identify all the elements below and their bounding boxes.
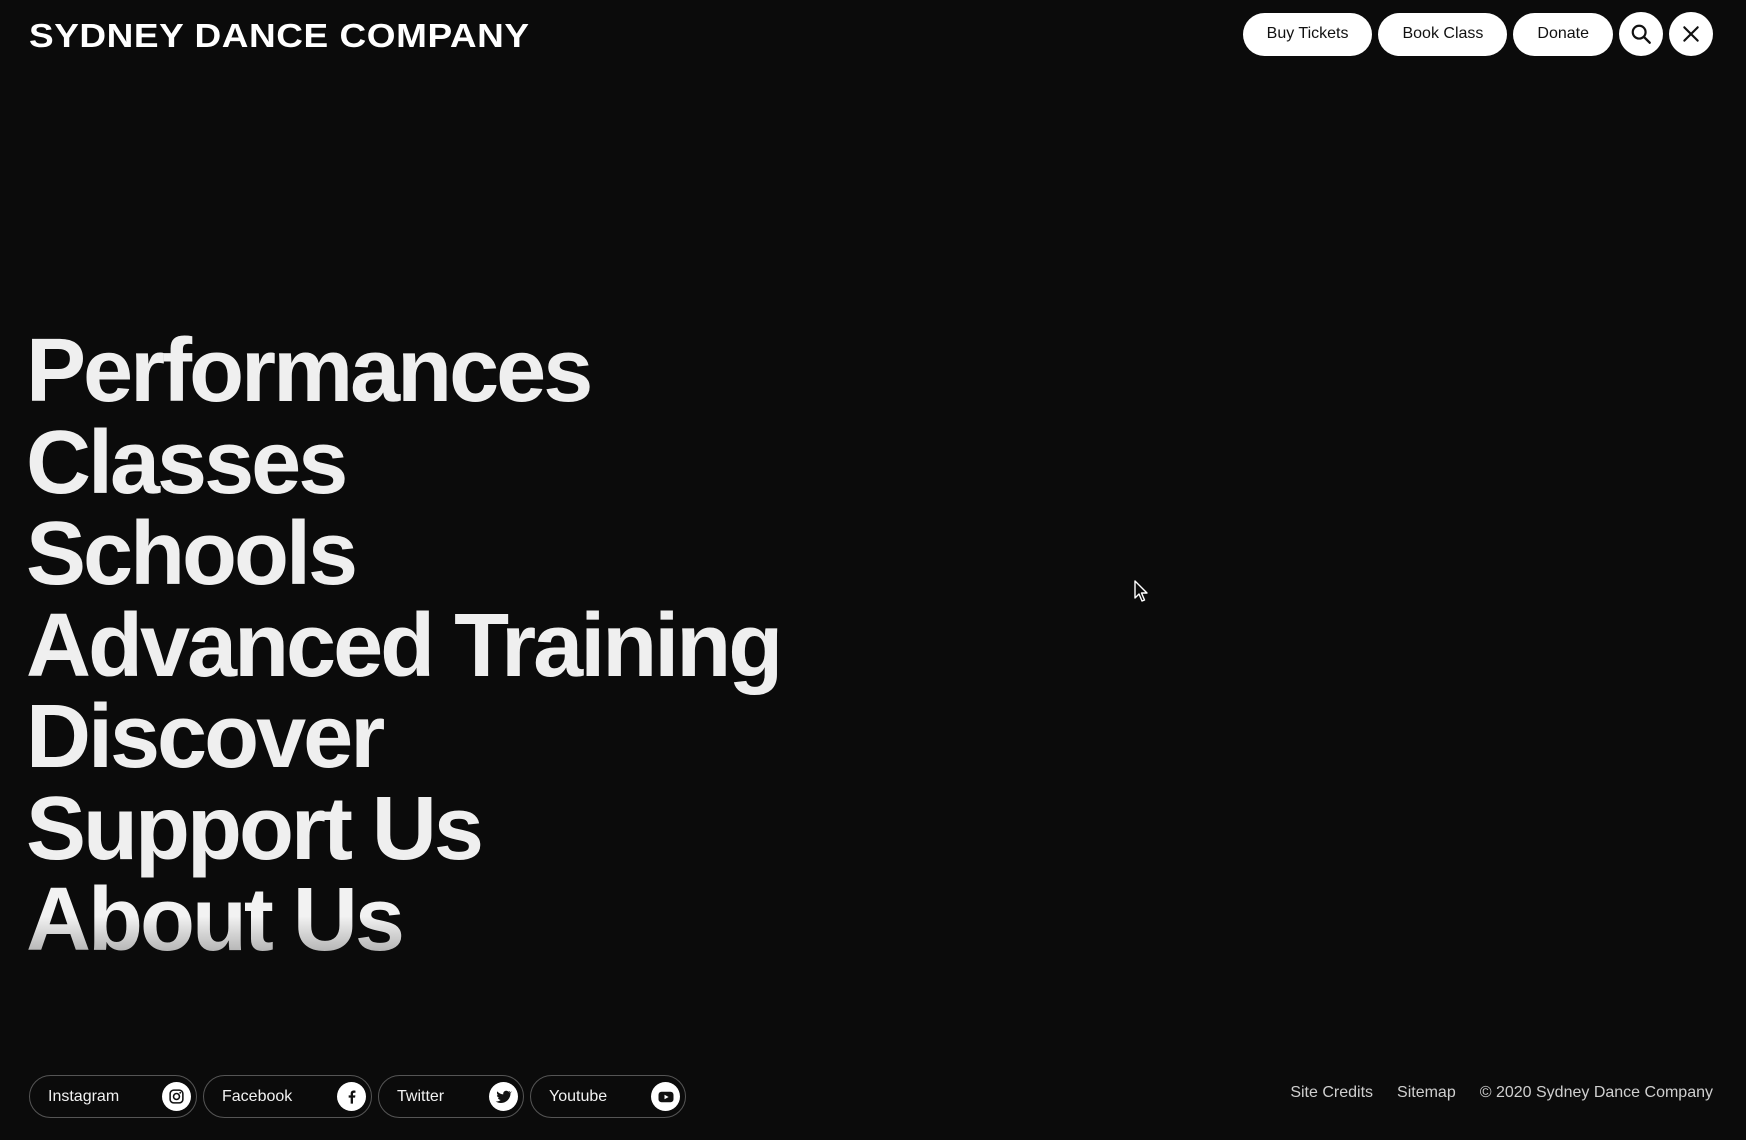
mouse-cursor-icon (1134, 580, 1148, 602)
menu-item-about-us[interactable]: About Us (26, 874, 780, 967)
site-logo[interactable]: SYDNEY DANCE COMPANY (29, 14, 530, 58)
facebook-link[interactable]: Facebook (203, 1075, 372, 1118)
menu-item-performances[interactable]: Performances (26, 325, 780, 418)
youtube-label: Youtube (549, 1087, 608, 1105)
menu-item-advanced-training[interactable]: Advanced Training (26, 600, 783, 693)
menu-item-support-us[interactable]: Support Us (26, 783, 780, 876)
facebook-label: Facebook (222, 1087, 293, 1105)
donate-button[interactable]: Donate (1513, 12, 1613, 56)
twitter-icon (489, 1082, 518, 1111)
buy-tickets-button[interactable]: Buy Tickets (1242, 12, 1373, 56)
close-icon (1683, 26, 1699, 42)
header-actions: Buy Tickets Book Class Donate (1242, 12, 1713, 56)
page: SYDNEY DANCE COMPANY Buy Tickets Book Cl… (0, 0, 1746, 1140)
instagram-icon (162, 1082, 191, 1111)
sitemap-link[interactable]: Sitemap (1397, 1084, 1456, 1102)
youtube-icon (651, 1082, 680, 1111)
book-class-button[interactable]: Book Class (1378, 12, 1508, 56)
menu-item-schools[interactable]: Schools (26, 508, 780, 601)
youtube-link[interactable]: Youtube (530, 1075, 686, 1118)
facebook-icon (337, 1082, 366, 1111)
menu-item-discover[interactable]: Discover (26, 691, 780, 784)
social-links: Instagram Facebook Twitter Youtube (29, 1075, 686, 1118)
main-menu: Performances Classes Schools Advanced Tr… (26, 325, 783, 967)
instagram-label: Instagram (48, 1087, 120, 1105)
site-credits-link[interactable]: Site Credits (1290, 1084, 1373, 1102)
twitter-label: Twitter (397, 1087, 445, 1105)
search-button[interactable] (1619, 12, 1663, 56)
instagram-link[interactable]: Instagram (29, 1075, 197, 1118)
menu-item-classes[interactable]: Classes (26, 417, 780, 510)
copyright-text: © 2020 Sydney Dance Company (1479, 1084, 1713, 1101)
footer-links: Site Credits Sitemap © 2020 Sydney Dance… (1290, 1084, 1713, 1102)
close-menu-button[interactable] (1669, 12, 1713, 56)
search-icon (1631, 24, 1651, 44)
twitter-link[interactable]: Twitter (378, 1075, 524, 1118)
